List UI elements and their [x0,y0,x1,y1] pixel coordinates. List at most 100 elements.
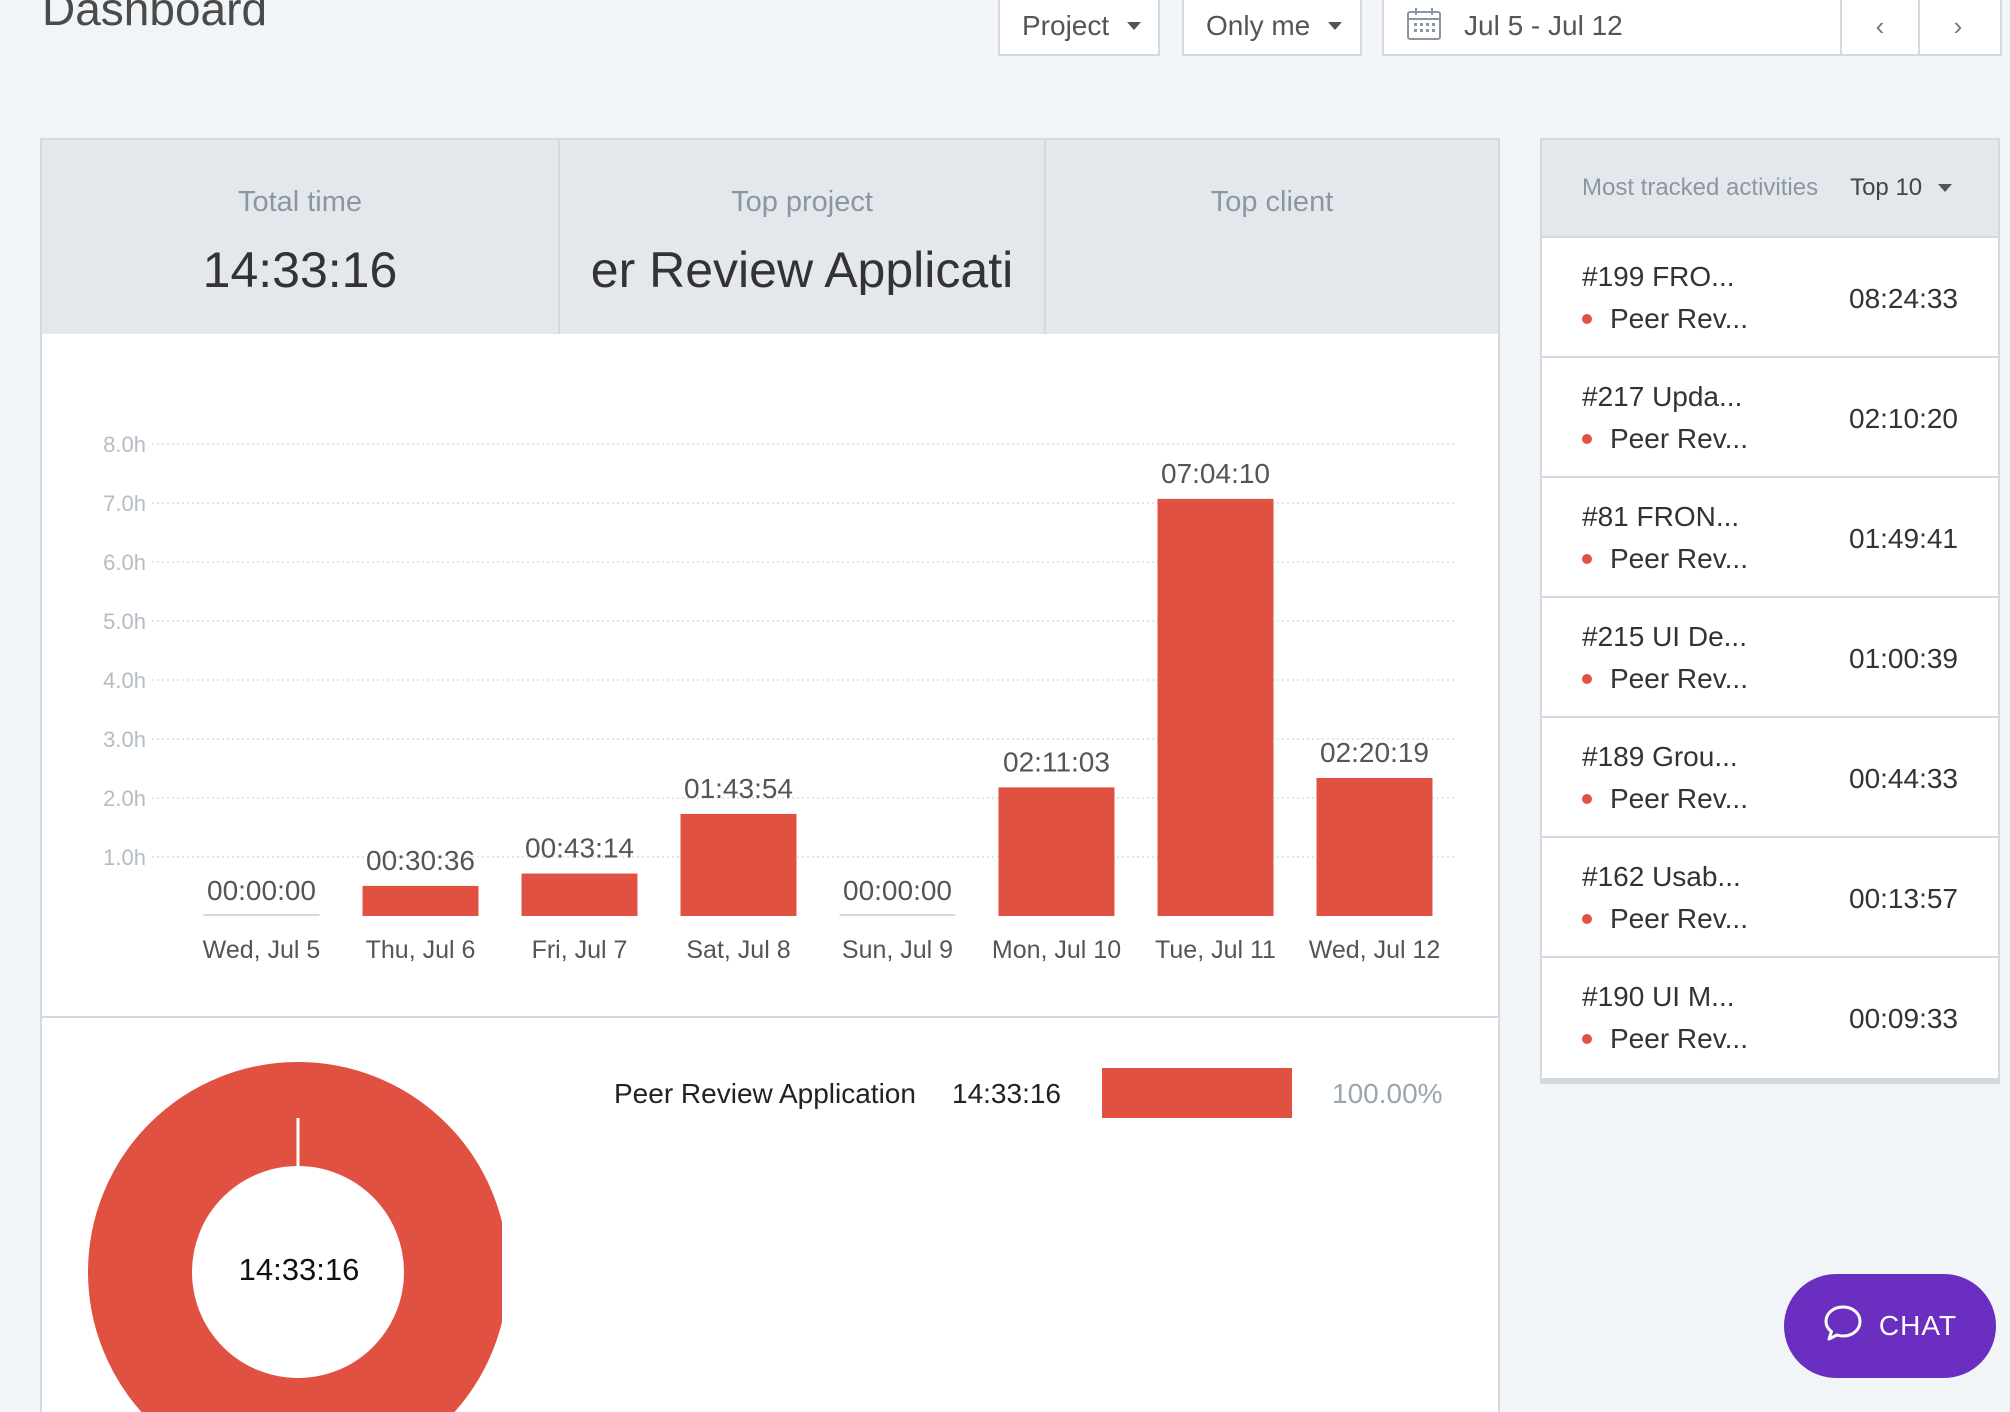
project-filter-dropdown[interactable]: Project [998,0,1160,56]
side-panel-title: Most tracked activities [1582,174,1819,201]
bar-data-label: 02:11:03 [1003,746,1110,777]
caret-down-icon [1127,22,1142,30]
bar-data-label: 00:30:36 [366,845,475,876]
activity-title: #81 FRON... [1582,501,1740,532]
stat-top-project: Top project er Review Applicati [560,140,1044,336]
bar[interactable] [362,885,479,916]
activity-project: Peer Rev... [1582,422,1748,456]
activity-project-label: Peer Rev... [1610,303,1748,334]
bar-data-label: 00:00:00 [207,875,316,906]
activity-time: 00:44:33 [1849,763,1958,794]
activity-project-label: Peer Rev... [1610,1023,1748,1054]
daily-bar-chart: 1.0h 2.0h 3.0h 4.0h 5.0h 6.0h 7.0h 8.0h 00:00:00… [103,432,1454,964]
activity-project-label: Peer Rev... [1610,783,1748,814]
stat-top-client: Top client [1046,140,1498,336]
top-n-dropdown[interactable]: Top 10 [1850,174,1953,202]
activity-row[interactable]: #190 UI M... Peer Rev... 00:09:33 [1542,958,1998,1078]
y-tick-label: 5.0h [103,609,146,634]
prev-week-button[interactable]: ‹ [1840,0,1918,54]
activity-title: #162 Usab... [1582,861,1741,892]
project-donut-chart [88,1062,502,1412]
x-tick-label: Mon, Jul 10 [992,936,1121,964]
activity-row[interactable]: #199 FRO... Peer Rev... 08:24:33 [1542,238,1998,358]
activity-time: 02:10:20 [1849,403,1958,434]
x-tick-label: Fri, Jul 7 [532,936,628,964]
project-color-dot [1582,673,1592,684]
stats-panel: Total time 14:33:16 Top project er Revie… [40,138,1500,336]
bar[interactable] [680,813,797,916]
project-filter-label: Project [1022,10,1110,41]
project-donut-panel: 14:33:16 Peer Review Application 14:33:1… [40,1016,1500,1412]
x-tick-label: Wed, Jul 12 [1309,936,1441,964]
activity-title: #189 Grou... [1582,741,1738,772]
bar-data-label: 07:04:10 [1161,458,1270,489]
chat-label: CHAT [1878,1310,1958,1341]
activity-title: #190 UI M... [1582,981,1735,1012]
x-tick-label: Sun, Jul 9 [842,936,953,964]
activity-time: 08:24:33 [1849,283,1958,314]
y-tick-label: 8.0h [103,432,146,457]
daily-bar-chart-panel: 1.0h 2.0h 3.0h 4.0h 5.0h 6.0h 7.0h 8.0h 00:00:00… [40,334,1500,1018]
activity-row[interactable]: #162 Usab... Peer Rev... 00:13:57 [1542,838,1998,958]
legend-project-bar [1102,1068,1292,1118]
activity-title: #217 Upda... [1582,381,1743,412]
project-color-dot [1582,313,1592,324]
project-color-dot [1582,1033,1592,1044]
bar[interactable] [998,787,1115,916]
activity-list: #199 FRO... Peer Rev... 08:24:33 #217 Upda.… [1542,238,1998,1078]
top-client-label: Top client [1210,186,1334,218]
activity-project: Peer Rev... [1582,902,1748,936]
activity-time: 00:13:57 [1849,883,1958,914]
legend-project-percent: 100.00% [1332,1078,1443,1109]
date-range-picker[interactable]: Jul 5 - Jul 12 ‹ › [1382,0,2002,56]
chat-button[interactable]: CHAT [1784,1274,1996,1378]
bar-data-label: 02:20:19 [1320,737,1429,768]
activity-row[interactable]: #217 Upda... Peer Rev... 02:10:20 [1542,358,1998,478]
most-tracked-activities-panel: Most tracked activities Top 10 #199 FRO.… [1540,138,2000,1084]
activity-title: #199 FRO... [1582,261,1735,292]
project-color-dot [1582,433,1592,444]
top-project-label: Top project [731,186,873,218]
legend-project-time: 14:33:16 [952,1078,1061,1109]
x-tick-label: Tue, Jul 11 [1155,936,1276,964]
side-panel-header: Most tracked activities Top 10 [1542,140,1998,238]
activity-time: 01:49:41 [1849,523,1958,554]
bar[interactable] [521,873,638,916]
bar-data-label: 00:43:14 [525,833,634,864]
activity-title: #215 UI De... [1582,621,1747,652]
activity-project-label: Peer Rev... [1610,663,1748,694]
activity-project: Peer Rev... [1582,782,1748,816]
y-tick-label: 3.0h [103,727,146,752]
activity-project: Peer Rev... [1582,662,1748,696]
activity-project-label: Peer Rev... [1610,903,1748,934]
activity-row[interactable]: #189 Grou... Peer Rev... 00:44:33 [1542,718,1998,838]
calendar-icon [1406,7,1442,46]
user-filter-dropdown[interactable]: Only me [1182,0,1362,56]
project-color-dot [1582,913,1592,924]
bar[interactable] [1157,498,1274,916]
y-tick-label: 2.0h [103,786,146,811]
activity-time: 01:00:39 [1849,643,1958,674]
x-tick-label: Thu, Jul 6 [366,936,476,964]
activity-row[interactable]: #215 UI De... Peer Rev... 01:00:39 [1542,598,1998,718]
caret-down-icon [1328,22,1343,30]
activity-row[interactable]: #81 FRON... Peer Rev... 01:49:41 [1542,478,1998,598]
caret-down-icon [1938,184,1953,192]
activity-project: Peer Rev... [1582,302,1748,336]
total-time-value: 14:33:16 [202,245,398,295]
x-tick-label: Sat, Jul 8 [686,936,790,964]
next-week-button[interactable]: › [1918,0,1996,54]
bar-data-label: 00:00:00 [843,875,952,906]
chevron-right-icon: › [1953,10,1963,41]
activity-time: 00:09:33 [1849,1003,1958,1034]
bar[interactable] [1316,777,1433,916]
stat-total-time: Total time 14:33:16 [42,140,558,336]
y-tick-label: 7.0h [103,491,146,516]
user-filter-label: Only me [1206,10,1311,41]
top-project-value: er Review Applicati [590,245,1014,295]
chat-bubble-icon [1823,1304,1863,1349]
x-tick-label: Wed, Jul 5 [203,936,321,964]
page-title: Dashboard [42,0,268,35]
bar-data-label: 01:43:54 [684,773,793,804]
activity-project: Peer Rev... [1582,542,1748,576]
